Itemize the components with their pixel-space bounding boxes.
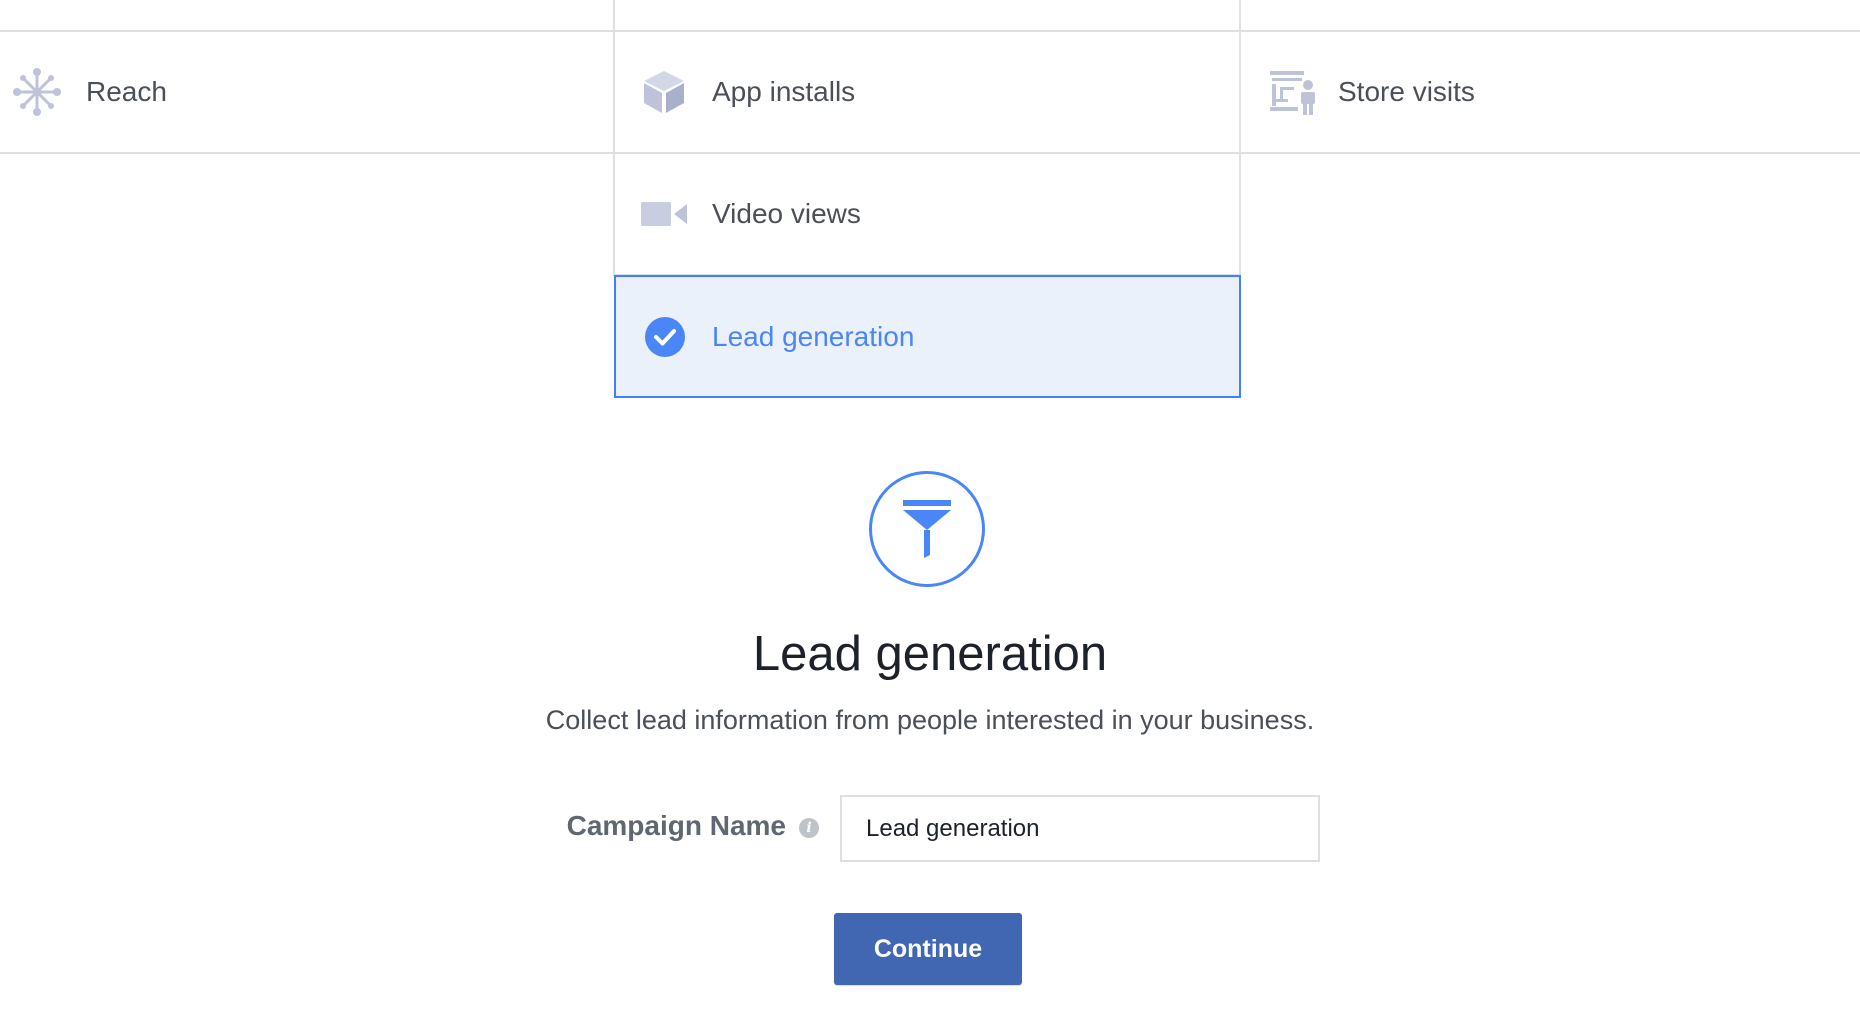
- objective-label: Video views: [712, 198, 861, 229]
- objective-label: Lead generation: [712, 320, 915, 352]
- objective-app-installs[interactable]: App installs: [615, 32, 1239, 152]
- check-circle-icon: [640, 312, 690, 362]
- objective-video-views[interactable]: Video views: [615, 154, 1239, 274]
- objective-label: App installs: [712, 76, 856, 107]
- campaign-name-input[interactable]: [840, 795, 1320, 862]
- objective-lead-generation[interactable]: Lead generation: [614, 275, 1241, 398]
- objective-label: Store visits: [1338, 76, 1475, 107]
- objective-description: Collect lead information from people int…: [545, 705, 1315, 735]
- campaign-name-label: Campaign Name: [566, 810, 786, 841]
- reach-network-icon: [12, 67, 62, 117]
- funnel-icon: [869, 471, 985, 587]
- objective-label: Reach: [86, 76, 167, 107]
- objective-reach[interactable]: Reach: [0, 32, 613, 152]
- box-icon: [639, 67, 689, 117]
- store-person-icon: [1269, 67, 1319, 117]
- campaign-objective-page: Reach App installs Store visits Video vi…: [0, 0, 1860, 1036]
- continue-button[interactable]: Continue: [834, 913, 1022, 985]
- video-camera-icon: [639, 189, 689, 239]
- objective-title: Lead generation: [752, 627, 1108, 681]
- objective-store-visits[interactable]: Store visits: [1241, 32, 1860, 152]
- info-icon[interactable]: i: [799, 818, 819, 838]
